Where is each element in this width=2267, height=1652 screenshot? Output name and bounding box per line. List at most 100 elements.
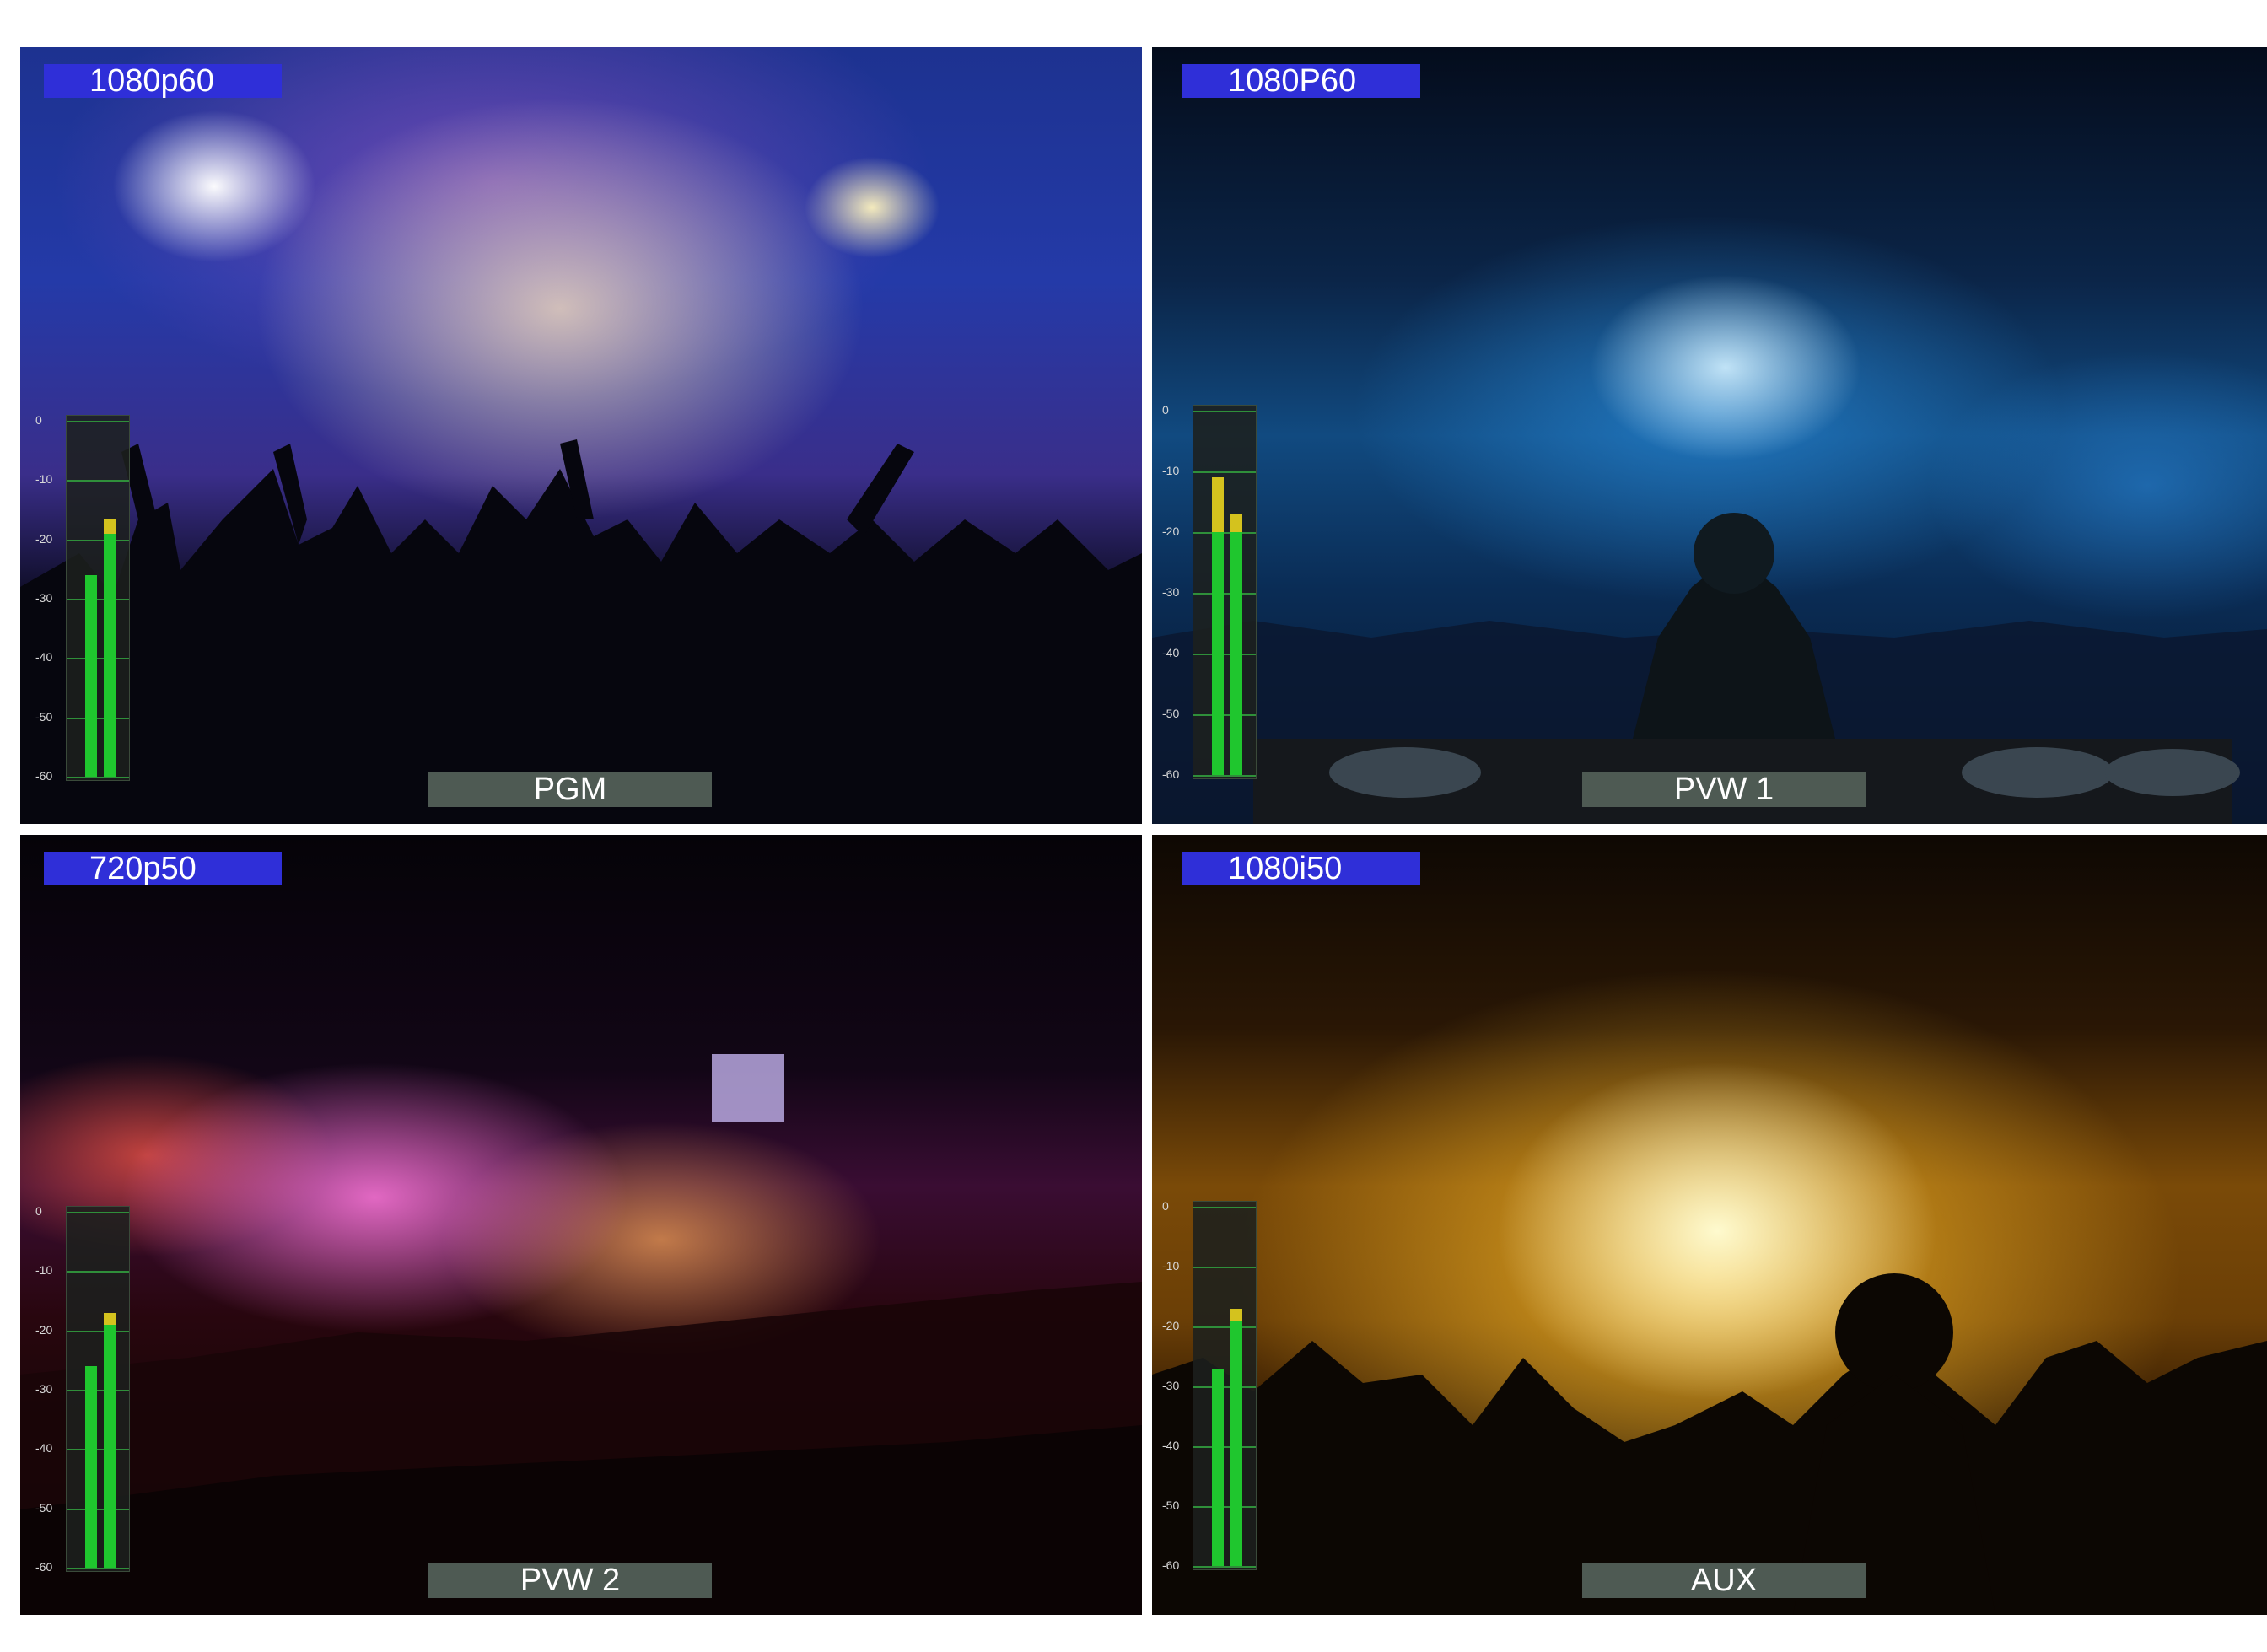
- meter-level-fill: [1212, 531, 1224, 775]
- meter-tick-label: -60: [35, 1560, 53, 1574]
- meter-gridline: [1193, 1326, 1256, 1328]
- meter-level-fill: [85, 574, 97, 777]
- meter-tick-label: 0: [35, 413, 42, 427]
- meter-tick-label: -20: [35, 1322, 53, 1337]
- meter-channel-1: [85, 1365, 97, 1568]
- meter-tick-label: -50: [1162, 1499, 1180, 1512]
- arena-crowd: [20, 1054, 1142, 1615]
- meter-body: [1193, 1201, 1257, 1570]
- meter-peak-fill: [1230, 514, 1242, 532]
- meter-gridline: [67, 1212, 129, 1213]
- meter-channel-1: [85, 574, 97, 777]
- meter-level-fill: [1212, 1368, 1224, 1566]
- meter-peak-fill: [104, 519, 116, 534]
- multiview-tile-pgm[interactable]: 1080p60 0 -10 -20 -30 -40 -50 -60 PGM: [20, 47, 1142, 824]
- source-label-pgm: PGM: [428, 772, 712, 807]
- meter-gridline: [67, 1508, 129, 1510]
- meter-gridline: [67, 658, 129, 660]
- meter-tick-label: -50: [1162, 707, 1180, 720]
- club-crowd-silhouette: [1152, 1273, 2267, 1615]
- meter-peak-fill: [1212, 477, 1224, 532]
- meter-channel-1: [1212, 1368, 1224, 1566]
- meter-channel-2: [104, 1312, 116, 1568]
- meter-level-fill: [104, 533, 116, 777]
- meter-tick-label: 0: [1162, 1199, 1169, 1213]
- meter-tick-label: -50: [35, 1500, 53, 1515]
- audio-level-meter: 0 -10 -20 -30 -40 -50 -60: [35, 1204, 130, 1574]
- meter-tick-label: -30: [35, 591, 53, 605]
- meter-gridline: [67, 1330, 129, 1332]
- video-format-badge: 1080i50: [1182, 852, 1420, 885]
- meter-channel-1: [1212, 477, 1224, 775]
- meter-tick-label: -20: [35, 531, 53, 546]
- meter-gridline: [1193, 1566, 1256, 1568]
- meter-channel-2: [1230, 514, 1242, 775]
- meter-peak-fill: [1230, 1308, 1242, 1321]
- meter-tick-label: -40: [1162, 1439, 1180, 1452]
- meter-gridline: [1193, 1207, 1256, 1208]
- audio-level-meter: 0 -10 -20 -30 -40 -50 -60: [1162, 403, 1257, 781]
- meter-gridline: [67, 539, 129, 541]
- meter-tick-label: -60: [1162, 1558, 1180, 1572]
- meter-gridline: [1193, 593, 1256, 595]
- meter-gridline: [1193, 654, 1256, 655]
- meter-gridline: [67, 1271, 129, 1273]
- meter-tick-label: -30: [1162, 1379, 1180, 1392]
- video-format-badge: 720p50: [44, 852, 282, 885]
- meter-tick-label: -20: [1162, 525, 1180, 538]
- meter-tick-label: -60: [1162, 767, 1180, 781]
- meter-tick-label: -60: [35, 769, 53, 783]
- meter-gridline: [1193, 532, 1256, 534]
- multiview-tile-aux[interactable]: 1080i50 0 -10 -20 -30 -40 -50 -60 AUX: [1152, 835, 2267, 1615]
- source-label-pvw-2: PVW 2: [428, 1563, 712, 1598]
- meter-peak-fill: [104, 1312, 116, 1325]
- meter-gridline: [67, 777, 129, 778]
- dj-booth-silhouette: [1152, 513, 2267, 824]
- audio-level-meter: 0 -10 -20 -30 -40 -50 -60: [35, 413, 130, 783]
- meter-tick-label: -10: [35, 472, 53, 487]
- meter-tick-label: -50: [35, 709, 53, 724]
- meter-tick-label: -20: [1162, 1319, 1180, 1332]
- meter-tick-label: 0: [35, 1204, 42, 1218]
- meter-tick-label: -30: [1162, 585, 1180, 599]
- meter-gridline: [1193, 1446, 1256, 1448]
- meter-body: [66, 1206, 130, 1572]
- meter-tick-label: -10: [1162, 1259, 1180, 1273]
- meter-gridline: [67, 1449, 129, 1451]
- video-format-badge: 1080p60: [44, 64, 282, 98]
- multiview-tile-pvw-2[interactable]: 720p50 0 -10 -20 -30 -40 -50 -60 PVW 2: [20, 835, 1142, 1615]
- meter-tick-label: 0: [1162, 403, 1169, 417]
- source-label-aux: AUX: [1582, 1563, 1866, 1598]
- meter-tick-label: -40: [35, 1441, 53, 1456]
- meter-level-fill: [1230, 531, 1242, 775]
- meter-gridline: [67, 1390, 129, 1391]
- meter-gridline: [67, 421, 129, 422]
- meter-gridline: [1193, 1386, 1256, 1388]
- meter-body: [66, 415, 130, 781]
- audio-level-meter: 0 -10 -20 -30 -40 -50 -60: [1162, 1199, 1257, 1572]
- meter-level-fill: [104, 1324, 116, 1568]
- meter-channel-2: [104, 519, 116, 777]
- meter-gridline: [1193, 1506, 1256, 1508]
- source-label-pvw-1: PVW 1: [1582, 772, 1866, 807]
- meter-gridline: [67, 480, 129, 482]
- multiview-tile-pvw-1[interactable]: 1080P60 0 -10 -20 -30 -40 -50 -60 PVW 1: [1152, 47, 2267, 824]
- meter-gridline: [1193, 1267, 1256, 1268]
- crowd-silhouette: [20, 439, 1142, 824]
- meter-channel-2: [1230, 1308, 1242, 1566]
- meter-tick-label: -10: [1162, 464, 1180, 477]
- video-format-badge: 1080P60: [1182, 64, 1420, 98]
- meter-tick-label: -10: [35, 1263, 53, 1278]
- meter-gridline: [67, 599, 129, 600]
- meter-level-fill: [85, 1365, 97, 1568]
- meter-tick-label: -40: [35, 650, 53, 665]
- meter-level-fill: [1230, 1320, 1242, 1566]
- meter-gridline: [1193, 471, 1256, 473]
- meter-tick-label: -40: [1162, 646, 1180, 659]
- meter-body: [1193, 405, 1257, 779]
- meter-gridline: [67, 1568, 129, 1569]
- meter-gridline: [1193, 775, 1256, 777]
- meter-tick-label: -30: [35, 1382, 53, 1396]
- meter-gridline: [67, 717, 129, 719]
- meter-gridline: [1193, 411, 1256, 412]
